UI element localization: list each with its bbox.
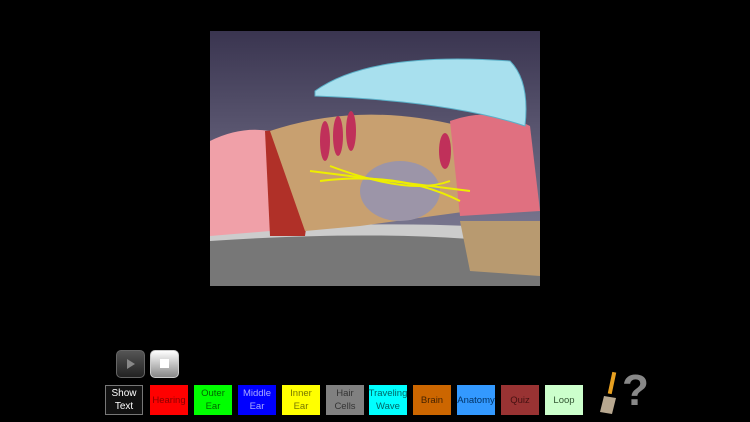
button-label: Hearing (152, 394, 186, 406)
button-inner-ear[interactable]: Inner Ear (282, 385, 320, 415)
button-middle-ear[interactable]: Middle Ear (238, 385, 276, 415)
button-label: Brain (420, 394, 444, 406)
stop-icon (160, 359, 169, 368)
button-outer-ear[interactable]: Outer Ear (194, 385, 232, 415)
button-label: Quiz (510, 394, 530, 406)
button-label: Traveling Wave (368, 388, 408, 412)
button-anatomy[interactable]: Anatomy (457, 385, 495, 415)
help-button[interactable]: ? (622, 366, 649, 416)
cochlea-illustration (210, 31, 540, 286)
button-label: Hair Cells (334, 388, 356, 412)
play-button[interactable] (116, 350, 145, 378)
paintbrush-icon[interactable] (596, 370, 622, 416)
button-label: Middle Ear (243, 388, 271, 412)
stop-button[interactable] (150, 350, 179, 378)
button-show-text[interactable]: Show Text (105, 385, 143, 415)
button-loop[interactable]: Loop (545, 385, 583, 415)
button-label: Inner Ear (290, 388, 312, 412)
play-icon (127, 359, 135, 369)
button-label: Anatomy (457, 394, 495, 406)
button-traveling-wave[interactable]: Traveling Wave (369, 385, 407, 415)
button-label: Outer Ear (201, 388, 225, 412)
button-brain[interactable]: Brain (413, 385, 451, 415)
button-hearing[interactable]: Hearing (150, 385, 188, 415)
button-hair-cells[interactable]: Hair Cells (326, 385, 364, 415)
button-label: Show Text (111, 388, 137, 412)
button-label: Loop (553, 394, 575, 406)
button-quiz[interactable]: Quiz (501, 385, 539, 415)
